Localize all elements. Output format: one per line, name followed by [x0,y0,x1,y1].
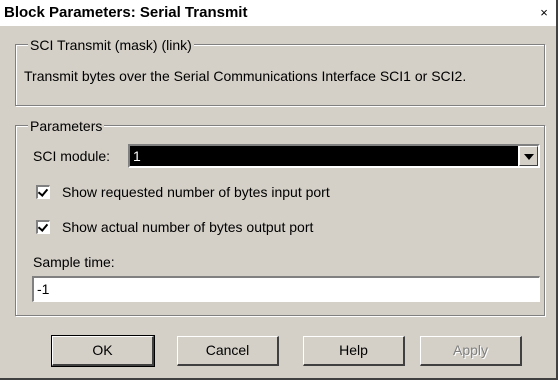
title-bar[interactable]: Block Parameters: Serial Transmit × [0,0,556,26]
apply-button[interactable]: Apply [420,336,522,366]
show-requested-bytes-label: Show requested number of bytes input por… [62,184,330,200]
cancel-button[interactable]: Cancel [177,336,279,366]
mask-description-text: Transmit bytes over the Serial Communica… [24,68,467,84]
show-requested-bytes-checkbox[interactable] [36,185,50,199]
sample-time-label: Sample time: [33,254,115,270]
help-button[interactable]: Help [303,336,405,366]
ok-button[interactable]: OK [51,335,155,367]
chevron-down-icon[interactable] [519,146,538,166]
sci-module-dropdown[interactable]: 1 [128,144,540,168]
sci-module-value: 1 [130,146,518,166]
close-icon[interactable]: × [536,0,552,26]
block-parameters-dialog: Block Parameters: Serial Transmit × SCI … [0,0,558,380]
sci-module-label: SCI module: [33,148,111,164]
window-title: Block Parameters: Serial Transmit [4,4,248,21]
parameters-legend: Parameters [28,118,105,134]
show-actual-bytes-checkbox[interactable] [36,220,50,234]
sample-time-input[interactable]: -1 [32,276,540,302]
mask-group-legend: SCI Transmit (mask) (link) [28,37,194,53]
show-actual-bytes-label: Show actual number of bytes output port [62,219,314,235]
